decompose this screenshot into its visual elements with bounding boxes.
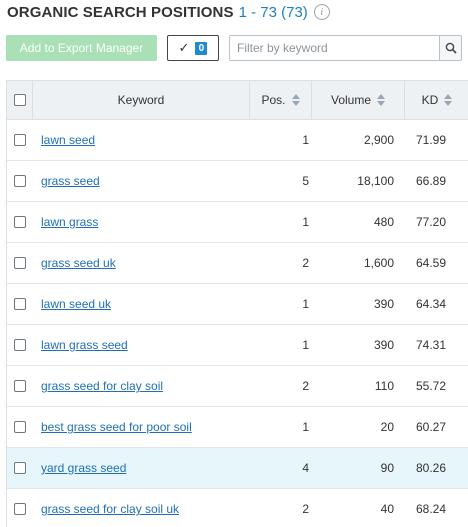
select-all-checkbox[interactable]	[13, 94, 26, 106]
page-header: ORGANIC SEARCH POSITIONS 1 - 73 (73) i	[7, 2, 330, 22]
kd-value: 64.34	[415, 297, 446, 311]
add-to-export-manager-button[interactable]: Add to Export Manager	[6, 35, 157, 61]
kd-value: 68.24	[415, 502, 446, 516]
keyword-filter	[229, 35, 462, 61]
table-row: best grass seed for poor soil 1 20 60.27	[7, 407, 468, 448]
column-label: KD	[421, 93, 439, 107]
volume-value: 40	[380, 502, 394, 516]
position-value: 1	[302, 215, 309, 229]
row-checkbox[interactable]	[14, 503, 26, 515]
volume-value: 390	[373, 297, 394, 311]
keyword-link[interactable]: grass seed uk	[41, 256, 116, 270]
column-label: Pos.	[261, 93, 286, 107]
table-row: lawn grass 1 480 77.20	[7, 202, 468, 243]
position-value: 1	[302, 133, 309, 147]
volume-value: 480	[373, 215, 394, 229]
volume-value: 18,100	[357, 174, 394, 188]
table-row: grass seed 5 18,100 66.89	[7, 161, 468, 202]
kd-value: 77.20	[415, 215, 446, 229]
kd-value: 71.99	[415, 133, 446, 147]
table-row: grass seed uk 2 1,600 64.59	[7, 243, 468, 284]
position-value: 2	[302, 379, 309, 393]
column-header-volume[interactable]: Volume	[312, 81, 405, 119]
sort-icon[interactable]	[291, 94, 300, 106]
selected-keywords-button[interactable]: ✓ 0	[167, 35, 219, 61]
page-title: ORGANIC SEARCH POSITIONS	[7, 3, 234, 21]
info-icon[interactable]: i	[313, 4, 330, 20]
row-checkbox[interactable]	[14, 216, 26, 228]
row-checkbox[interactable]	[14, 134, 26, 146]
volume-value: 110	[374, 379, 394, 393]
position-value: 1	[302, 297, 309, 311]
position-value: 5	[302, 174, 309, 188]
volume-value: 390	[373, 338, 394, 352]
row-checkbox[interactable]	[14, 175, 26, 187]
row-checkbox[interactable]	[14, 339, 26, 351]
filter-input[interactable]	[230, 36, 438, 60]
kd-value: 60.27	[415, 420, 446, 434]
select-all-cell	[7, 81, 33, 119]
keyword-link[interactable]: lawn grass seed	[41, 338, 128, 352]
table-row: grass seed for clay soil 2 110 55.72	[7, 366, 468, 407]
keyword-link[interactable]: grass seed for clay soil	[41, 379, 163, 393]
row-checkbox[interactable]	[14, 462, 26, 474]
sort-icon[interactable]	[377, 94, 386, 106]
keyword-link[interactable]: lawn grass	[41, 215, 98, 229]
keyword-link[interactable]: grass seed	[41, 174, 100, 188]
search-button[interactable]	[439, 36, 461, 60]
row-checkbox[interactable]	[14, 380, 26, 392]
keyword-link[interactable]: best grass seed for poor soil	[41, 420, 192, 434]
selected-count-badge: 0	[195, 41, 208, 55]
table-row: lawn seed 1 2,900 71.99	[7, 120, 468, 161]
kd-value: 74.31	[415, 338, 446, 352]
row-checkbox[interactable]	[14, 421, 26, 433]
table-row: lawn seed uk 1 390 64.34	[7, 284, 468, 325]
search-icon	[445, 42, 457, 54]
volume-value: 2,900	[363, 133, 394, 147]
column-header-kd[interactable]: KD	[405, 81, 468, 119]
result-range: 1 - 73 (73)	[238, 3, 308, 21]
column-label: Keyword	[117, 93, 165, 107]
table-header: Keyword Pos. Volume KD	[7, 81, 468, 120]
keyword-link[interactable]: lawn seed	[41, 133, 95, 147]
row-checkbox[interactable]	[14, 298, 26, 310]
kd-value: 55.72	[415, 379, 446, 393]
volume-value: 20	[380, 420, 394, 434]
column-label: Volume	[330, 93, 372, 107]
volume-value: 1,600	[363, 256, 394, 270]
column-header-position[interactable]: Pos.	[250, 81, 312, 119]
position-value: 1	[302, 338, 309, 352]
kd-value: 66.89	[415, 174, 446, 188]
position-value: 2	[302, 502, 309, 516]
positions-table: Keyword Pos. Volume KD lawn seed 1 2,900…	[6, 80, 468, 527]
sort-icon[interactable]	[444, 94, 453, 106]
kd-value: 64.59	[415, 256, 446, 270]
row-checkbox[interactable]	[14, 257, 26, 269]
kd-value: 80.26	[415, 461, 446, 475]
keyword-link[interactable]: lawn seed uk	[41, 297, 111, 311]
position-value: 1	[302, 420, 309, 434]
checkmark-icon: ✓	[178, 40, 190, 55]
keyword-link[interactable]: grass seed for clay soil uk	[41, 502, 179, 516]
column-header-keyword[interactable]: Keyword	[33, 81, 250, 119]
toolbar: Add to Export Manager ✓ 0	[6, 35, 462, 61]
table-row: lawn grass seed 1 390 74.31	[7, 325, 468, 366]
table-row-highlighted: yard grass seed 4 90 80.26	[7, 448, 468, 489]
keyword-link[interactable]: yard grass seed	[41, 461, 126, 475]
position-value: 4	[302, 461, 309, 475]
position-value: 2	[302, 256, 309, 270]
volume-value: 90	[380, 461, 394, 475]
table-row: grass seed for clay soil uk 2 40 68.24	[7, 489, 468, 527]
